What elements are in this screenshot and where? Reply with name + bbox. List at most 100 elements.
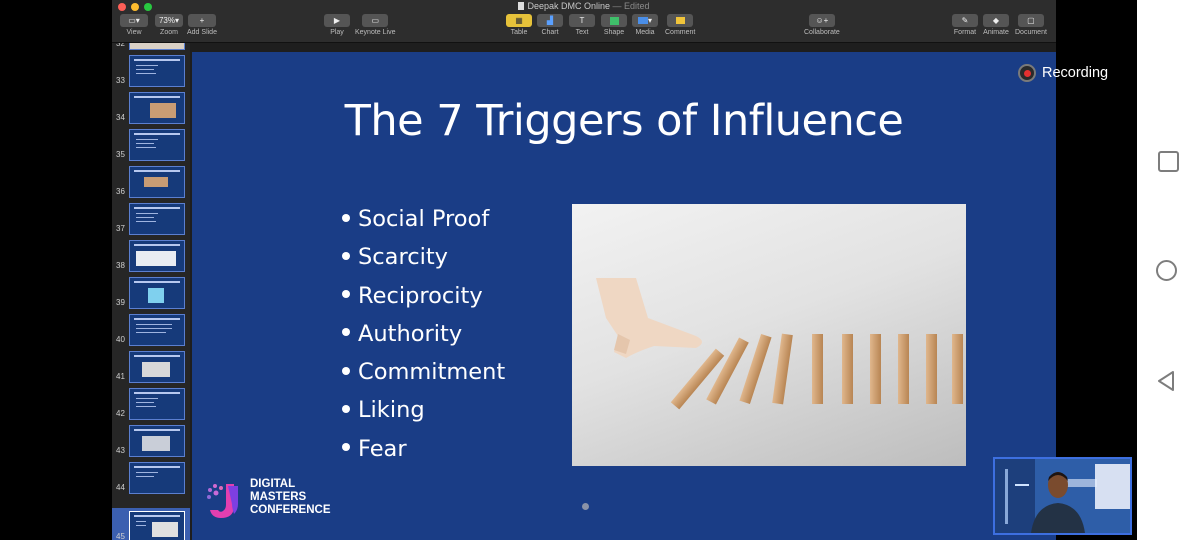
thumbnail-image xyxy=(129,425,185,457)
zoom-value: 73% ▾ xyxy=(155,14,183,27)
slide-navigator[interactable]: 32 33 34 35 36 37 38 39 40 41 42 43 44 4… xyxy=(112,43,190,540)
dominoes-photo xyxy=(572,204,966,466)
slide-number: 38 xyxy=(116,261,125,270)
slide-number: 36 xyxy=(116,187,125,196)
slide-thumbnail-37[interactable]: 37 xyxy=(112,200,190,237)
add-slide-button[interactable]: + Add Slide xyxy=(187,14,217,36)
home-icon[interactable] xyxy=(1156,260,1177,281)
logo-mark-icon xyxy=(207,484,238,518)
slide-thumbnail-40[interactable]: 40 xyxy=(112,311,190,348)
bullet-text: Commitment xyxy=(358,359,506,386)
play-button[interactable]: ▶ Play xyxy=(324,14,350,36)
thumbnail-image xyxy=(129,388,185,420)
comment-icon xyxy=(667,14,694,27)
slide-thumbnail-41[interactable]: 41 xyxy=(112,348,190,385)
bullet-text: Authority xyxy=(358,320,463,347)
collaborate-icon: ☺+ xyxy=(808,14,835,27)
plus-icon: + xyxy=(187,14,216,27)
bullet-item: Scarcity xyxy=(342,242,505,280)
document-icon xyxy=(518,2,525,10)
slide-number: 32 xyxy=(116,43,125,48)
sidebar-icon: ▭▾ xyxy=(120,14,148,27)
animate-button[interactable]: ◆ Animate xyxy=(983,14,1009,36)
bullet-item: Reciprocity xyxy=(342,281,505,319)
slide-title: The 7 Triggers of Influence xyxy=(344,96,904,146)
presenter-video xyxy=(995,459,1130,533)
thumbnail-image xyxy=(129,351,185,383)
thumbnail-image xyxy=(129,203,185,235)
thumbnail-image xyxy=(129,92,185,124)
slide-thumbnail-36[interactable]: 36 xyxy=(112,163,190,200)
animate-label: Animate xyxy=(983,29,1009,36)
play-label: Play xyxy=(330,29,344,36)
shape-label: Shape xyxy=(603,29,625,36)
text-button[interactable]: T Text xyxy=(569,14,595,36)
bullet-dot-icon xyxy=(342,213,350,222)
slide-number: 37 xyxy=(116,224,125,233)
logo-line: MASTERS xyxy=(250,491,307,503)
thumbnail-image xyxy=(129,55,185,87)
media-button[interactable]: ▾ Media xyxy=(632,14,658,36)
media-icon: ▾ xyxy=(632,14,658,27)
zoom-menu[interactable]: 73% ▾ Zoom xyxy=(155,14,183,36)
zoom-label: Zoom xyxy=(160,29,178,36)
slide-thumbnail-45[interactable]: 45 xyxy=(112,508,190,540)
table-button[interactable]: ▦ Table xyxy=(506,14,532,36)
thumbnail-image xyxy=(129,314,185,346)
slide-number: 39 xyxy=(116,298,125,307)
animate-icon: ◆ xyxy=(983,14,1009,27)
slide-thumbnail-35[interactable]: 35 xyxy=(112,126,190,163)
domino-shape xyxy=(898,334,909,404)
hand-icon xyxy=(596,278,702,358)
shape-button[interactable]: Shape xyxy=(601,14,627,36)
keynote-live-button[interactable]: ▭ Keynote Live xyxy=(355,14,395,36)
bullet-item: Liking xyxy=(342,395,505,433)
edited-indicator: — Edited xyxy=(612,1,650,11)
bullet-text: Fear xyxy=(358,435,407,462)
slide-number: 40 xyxy=(116,335,125,344)
bullet-dot-icon xyxy=(342,366,350,375)
slide-thumbnail-39[interactable]: 39 xyxy=(112,274,190,311)
bullet-dot-icon xyxy=(342,328,350,337)
format-button[interactable]: ✎ Format xyxy=(952,14,978,36)
comment-button[interactable]: Comment xyxy=(665,14,695,36)
document-button[interactable]: ▢ Document xyxy=(1015,14,1047,36)
domino-shape xyxy=(926,334,937,404)
slide-thumbnail-42[interactable]: 42 xyxy=(112,385,190,422)
thumbnail-image xyxy=(129,462,185,494)
slide-thumbnail-43[interactable]: 43 xyxy=(112,422,190,459)
slide-thumbnail-33[interactable]: 33 xyxy=(112,52,190,89)
play-icon: ▶ xyxy=(324,14,350,27)
slide-thumbnail-32[interactable]: 32 xyxy=(112,43,190,52)
bullet-item: Authority xyxy=(342,319,505,357)
shape-icon xyxy=(601,14,627,27)
title-bar: Deepak DMC Online — Edited xyxy=(112,0,1056,12)
chart-icon: ▟ xyxy=(537,14,563,27)
back-icon[interactable] xyxy=(1156,370,1176,392)
android-nav-bar xyxy=(1137,0,1200,540)
bullet-text: Liking xyxy=(358,397,425,424)
recording-indicator[interactable]: Recording xyxy=(1018,64,1108,82)
media-label: Media xyxy=(635,29,655,36)
document-label: Document xyxy=(1015,29,1047,36)
slide-thumbnail-38[interactable]: 38 xyxy=(112,237,190,274)
bullet-item: Commitment xyxy=(342,357,505,395)
chart-button[interactable]: ▟ Chart xyxy=(537,14,563,36)
text-label: Text xyxy=(575,29,589,36)
slide-canvas[interactable]: The 7 Triggers of Influence Social Proof… xyxy=(192,52,1056,540)
thumbnail-image xyxy=(129,277,185,309)
logo-line: CONFERENCE xyxy=(250,504,331,516)
bullet-dot-icon xyxy=(342,443,350,452)
slide-thumbnail-44[interactable]: 44 xyxy=(112,459,190,496)
view-menu[interactable]: ▭▾ View xyxy=(120,14,148,36)
domino-shape xyxy=(842,334,853,404)
recent-apps-icon[interactable] xyxy=(1158,151,1179,172)
slide-number: 42 xyxy=(116,409,125,418)
collaborate-button[interactable]: ☺+ Collaborate xyxy=(804,14,840,36)
table-icon: ▦ xyxy=(506,14,532,27)
thumbnail-image xyxy=(129,511,185,540)
slide-thumbnail-34[interactable]: 34 xyxy=(112,89,190,126)
slide-number: 43 xyxy=(116,446,125,455)
toolbar: ▭▾ View 73% ▾ Zoom + Add Slide ▶ Play ▭ K… xyxy=(112,12,1056,43)
view-label: View xyxy=(126,29,142,36)
